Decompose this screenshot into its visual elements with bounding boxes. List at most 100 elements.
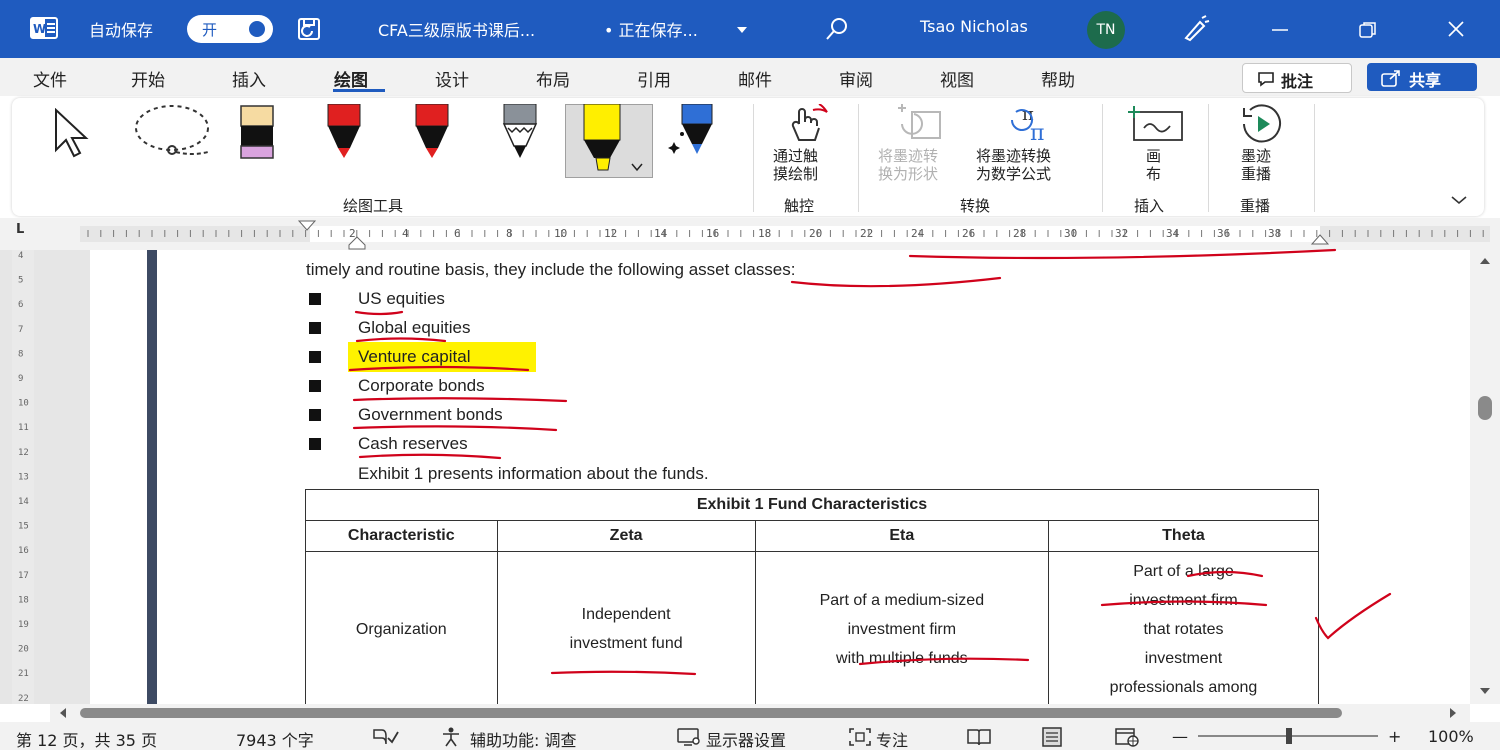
focus-icon[interactable] [848,727,872,747]
highlighter-icon[interactable] [580,104,624,172]
tab-review[interactable]: 审阅 [839,66,873,91]
bullet-marker [309,380,321,392]
tab-view[interactable]: 视图 [940,66,974,91]
ink-replay-icon[interactable] [1236,104,1288,144]
print-layout-icon[interactable] [1040,727,1064,747]
vertical-ruler-number: 16 [18,546,29,556]
zoom-in-button[interactable]: + [1388,727,1401,746]
horizontal-scroll-thumb[interactable] [80,708,1342,718]
list-item[interactable]: Corporate bonds [358,376,485,396]
cell-line: that rotates [1143,620,1224,638]
select-arrow-icon[interactable] [52,108,108,160]
comment-icon [1258,72,1274,87]
vertical-ruler-number: 9 [18,374,23,384]
tab-references[interactable]: 引用 [637,66,671,91]
focus-mode[interactable]: 专注 [876,727,908,751]
bullet-marker [309,351,321,363]
tab-design[interactable]: 设计 [435,66,469,91]
table-header: Zeta [496,520,756,552]
pencil-icon[interactable] [500,104,540,160]
zoom-slider-thumb[interactable] [1286,728,1292,744]
eraser-icon[interactable] [238,104,276,160]
touch-draw-label-2[interactable]: 摸绘制 [773,163,818,184]
cell-text: Organization [355,620,447,638]
group-label-convert: 转换 [960,197,991,215]
scroll-right-arrow-icon[interactable] [1448,707,1458,719]
zoom-out-button[interactable]: — [1172,727,1188,746]
save-icon[interactable] [296,16,324,42]
search-icon[interactable] [824,16,850,42]
restore-icon[interactable] [1358,20,1378,40]
user-name[interactable]: Tsao Nicholas [920,17,1028,36]
word-app-icon[interactable]: W [30,14,58,42]
list-item[interactable]: US equities [358,289,445,309]
document-title[interactable]: CFA三级原版书课后... [378,17,535,41]
comment-button[interactable]: 批注 [1242,63,1352,93]
close-icon[interactable] [1446,19,1466,39]
ink-replay-label-2[interactable]: 重播 [1241,163,1271,184]
read-mode-icon[interactable] [966,727,992,747]
share-button[interactable]: 共享 [1367,63,1477,91]
collapse-ribbon-icon[interactable] [1450,194,1468,206]
avatar[interactable]: TN [1087,11,1125,49]
action-pen-icon[interactable] [668,104,718,160]
ink-to-math-icon[interactable]: π π [1000,102,1062,146]
accessibility-icon[interactable] [440,727,462,747]
cell-line: investment firm [1129,591,1238,609]
red-pen-icon[interactable] [324,104,364,160]
lasso-select-icon[interactable] [132,104,214,160]
scroll-left-arrow-icon[interactable] [58,707,68,719]
list-item[interactable]: Global equities [358,318,470,338]
cell-line: investment [1144,649,1223,667]
proofing-icon[interactable] [372,728,400,746]
list-item[interactable]: Government bonds [358,405,503,425]
display-settings-icon[interactable] [676,727,702,747]
touch-draw-icon[interactable] [785,104,833,146]
tab-help[interactable]: 帮助 [1041,66,1075,91]
display-settings[interactable]: 显示器设置 [706,727,786,751]
chevron-down-icon[interactable] [630,162,644,172]
table-header: Characteristic [305,520,498,552]
chevron-down-icon[interactable] [736,25,748,35]
scroll-up-arrow-icon[interactable] [1478,256,1492,266]
minimize-icon[interactable] [1270,20,1290,40]
vertical-ruler-number: 6 [18,300,23,310]
cell-line: with multiple funds [836,649,968,667]
canvas-label-2[interactable]: 布 [1146,163,1161,184]
tab-layout[interactable]: 布局 [536,66,570,91]
ink-to-shape-label-2: 换为形状 [878,165,939,183]
autosave-toggle[interactable]: 开 [187,15,273,43]
accessibility-status[interactable]: 辅助功能: 调查 [470,727,576,751]
canvas-icon[interactable] [1126,104,1186,144]
fund-table[interactable]: Exhibit 1 Fund Characteristics Character… [305,489,1320,707]
tab-draw[interactable]: 绘图 [334,66,368,91]
vertical-ruler-number: 14 [18,497,29,507]
scroll-down-arrow-icon[interactable] [1478,686,1492,696]
cell-line: investment fund [569,635,683,652]
vertical-scroll-thumb[interactable] [1478,396,1492,420]
zoom-level[interactable]: 100% [1428,727,1474,746]
vertical-ruler-number: 4 [18,251,23,261]
web-layout-icon[interactable] [1114,727,1140,747]
paragraph-text[interactable]: timely and routine basis, they include t… [306,260,795,280]
tab-mailings[interactable]: 邮件 [738,66,772,91]
list-item[interactable]: Venture capital [358,347,470,367]
vertical-ruler[interactable]: 4 5 6 7 8 9 10 11 12 13 14 15 16 17 18 19 20 21 22 [12,250,34,704]
table-cell: Part of a large investment firm that rot… [1047,551,1320,707]
pen-settings-icon[interactable] [1180,14,1210,44]
vertical-ruler-number: 7 [18,325,23,335]
vertical-ruler-number: 8 [18,349,23,359]
autosave-label: 自动保存 [89,21,154,40]
ruler-ticks [87,230,1484,237]
tab-home[interactable]: 开始 [131,66,165,91]
ink-to-math-label-2[interactable]: 为数学公式 [976,163,1051,184]
paragraph-text[interactable]: Exhibit 1 presents information about the… [358,464,709,484]
list-item[interactable]: Cash reserves [358,434,468,454]
word-count[interactable]: 7943 个字 [236,727,314,751]
vertical-scrollbar[interactable] [1470,250,1500,704]
page-count[interactable]: 第 12 页，共 35 页 [16,727,157,751]
ink-to-shape-icon[interactable] [892,104,950,146]
tab-insert[interactable]: 插入 [232,66,266,91]
red-pen-2-icon[interactable] [412,104,452,160]
tab-file[interactable]: 文件 [33,66,67,91]
